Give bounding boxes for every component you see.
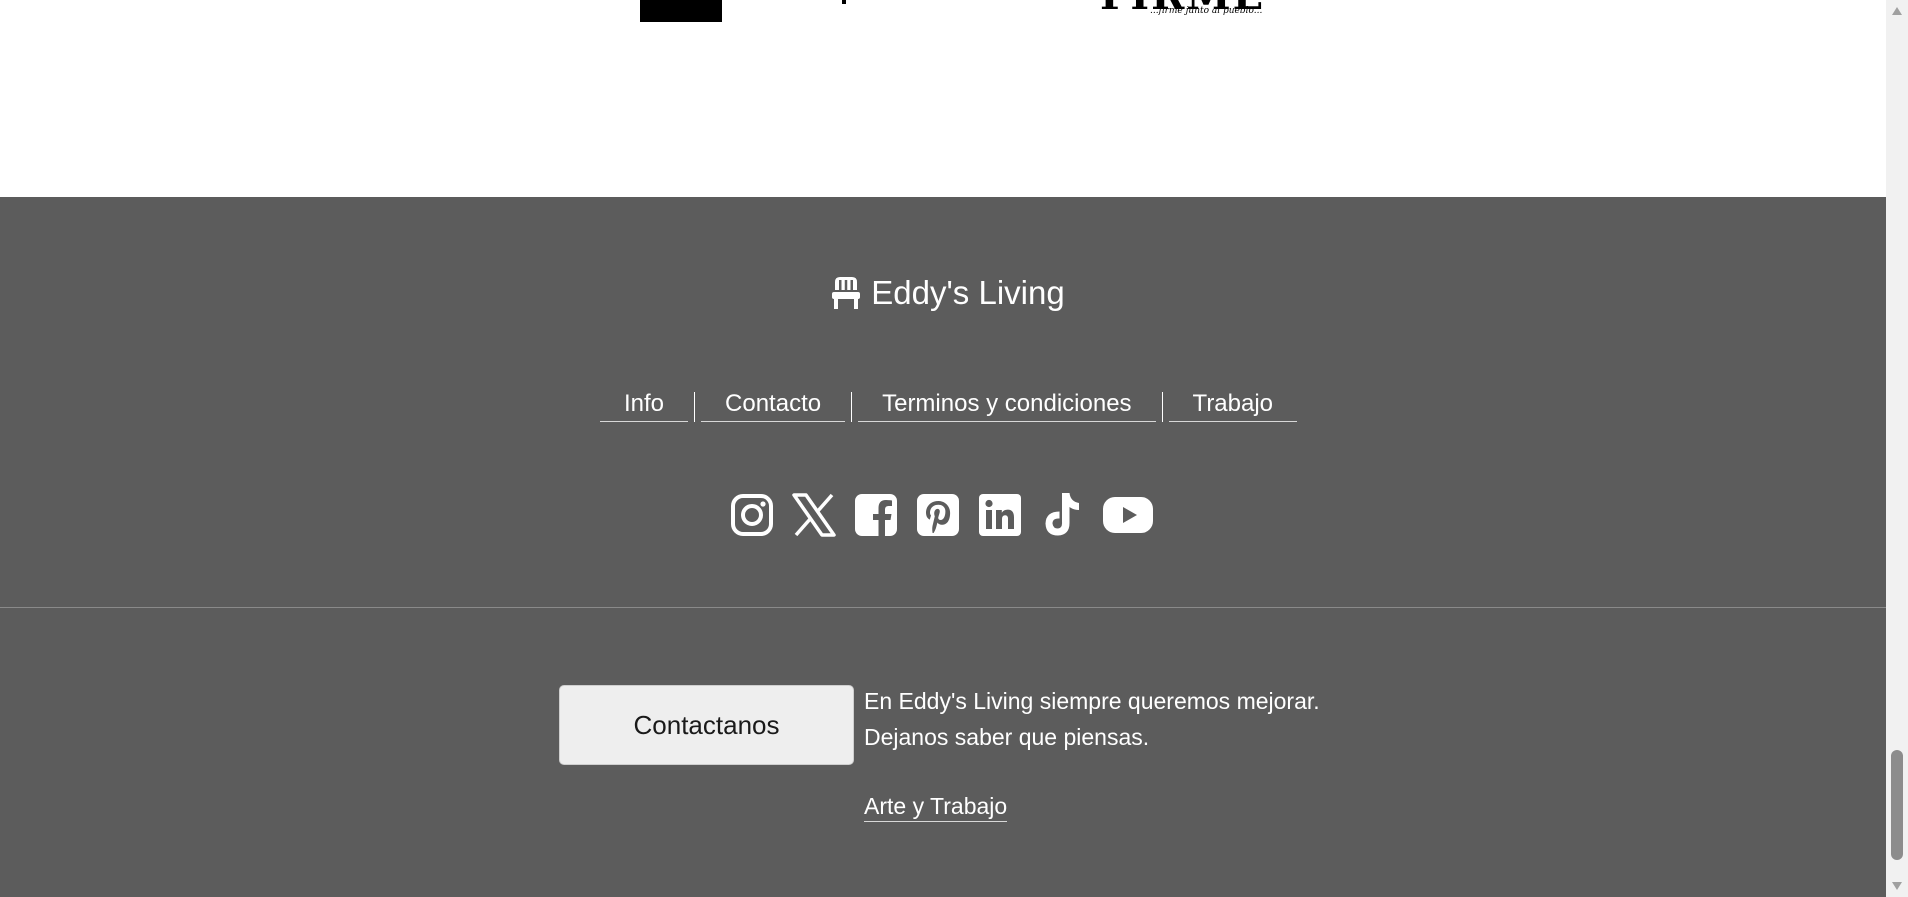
footer-link-contacto[interactable]: Contacto	[701, 389, 846, 422]
scroll-down-arrow-icon[interactable]	[1886, 875, 1908, 897]
partner-logo-tagline: ...firme junto al pueblo...	[1150, 6, 1263, 16]
linkedin-icon[interactable]	[978, 493, 1022, 537]
scroll-up-arrow-icon[interactable]	[1886, 0, 1908, 22]
footer-link-trabajo[interactable]: Trabajo	[1168, 389, 1298, 422]
footer-divider	[0, 607, 1886, 608]
brand-name: Eddy's Living	[871, 274, 1065, 311]
site-footer: Eddy's Living Info Contacto Terminos y c…	[0, 197, 1886, 897]
partners-section: FIRME ...firme junto al pueblo...	[0, 0, 1886, 197]
tiktok-icon[interactable]	[1040, 491, 1084, 539]
nav-separator	[1161, 392, 1163, 422]
contact-button[interactable]: Contactanos	[559, 685, 854, 765]
social-links	[730, 491, 1154, 539]
contact-message-line: En Eddy's Living siempre queremos mejora…	[864, 688, 1320, 714]
youtube-icon[interactable]	[1102, 495, 1154, 535]
scrollbar-thumb[interactable]	[1891, 750, 1903, 860]
nav-separator	[694, 392, 696, 422]
footer-link-terminos[interactable]: Terminos y condiciones	[858, 389, 1156, 422]
page: FIRME ...firme junto al pueblo... Eddy's…	[0, 0, 1886, 897]
chair-icon	[831, 276, 861, 310]
contact-message: En Eddy's Living siempre queremos mejora…	[864, 683, 1320, 755]
instagram-icon[interactable]	[730, 493, 774, 537]
x-icon[interactable]	[792, 493, 836, 537]
footer-nav: Info Contacto Terminos y condiciones Tra…	[600, 389, 1303, 422]
art-work-link[interactable]: Arte y Trabajo	[864, 791, 1008, 822]
nav-separator	[851, 392, 853, 422]
partner-logo	[640, 0, 722, 22]
vertical-scrollbar[interactable]	[1886, 0, 1908, 897]
footer-link-info[interactable]: Info	[600, 389, 689, 422]
contact-message-line: Dejanos saber que piensas.	[864, 724, 1150, 750]
pinterest-icon[interactable]	[916, 493, 960, 537]
partner-logo: FIRME ...firme junto al pueblo...	[1098, 0, 1312, 24]
partner-logo	[842, 0, 846, 4]
footer-brand[interactable]: Eddy's Living	[0, 273, 1896, 313]
facebook-icon[interactable]	[854, 493, 898, 537]
